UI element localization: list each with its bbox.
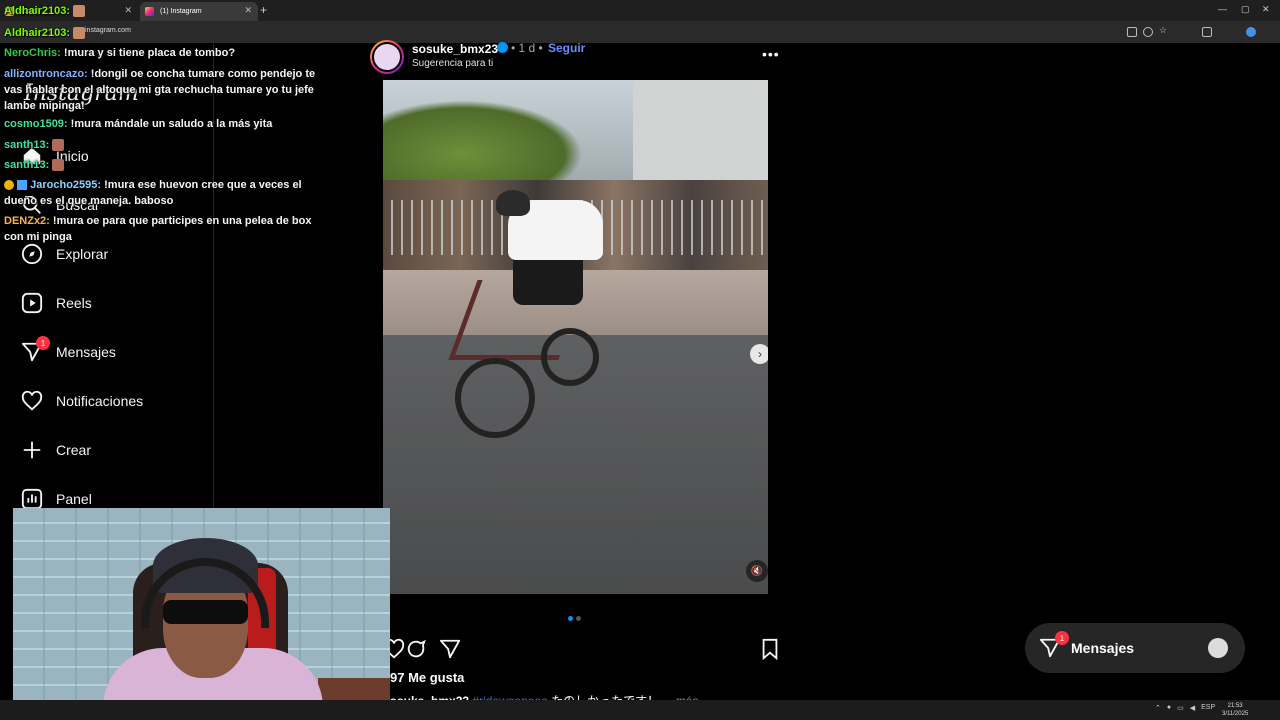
chat-message: NeroChris: !mura y si tiene placa de tom… bbox=[4, 45, 334, 61]
chat-text: !mura mándale un saludo a la más yita bbox=[70, 118, 273, 130]
next-slide-button[interactable]: › bbox=[750, 344, 768, 364]
badge-icon bbox=[17, 180, 28, 191]
install-app-icon[interactable] bbox=[1127, 27, 1137, 37]
compass-icon bbox=[20, 242, 44, 266]
emote-icon bbox=[52, 139, 65, 152]
chat-username: DENZx2: bbox=[4, 215, 50, 227]
windows-taskbar: ⌃ ● ▭ ◀ ESP 21:53 3/11/2025 bbox=[0, 700, 1280, 720]
chat-username: allizontroncazo: bbox=[4, 68, 88, 80]
reels-icon bbox=[20, 291, 44, 315]
chat-message: Jarocho2595: !mura ese huevon cree que a… bbox=[4, 177, 334, 209]
heart-icon bbox=[20, 389, 44, 413]
chat-message: Aldhair2103: bbox=[4, 3, 334, 19]
mute-icon[interactable]: 🔇 bbox=[746, 560, 768, 582]
chat-message: santh13: bbox=[4, 137, 334, 153]
system-clock[interactable]: 21:53 3/11/2025 bbox=[1222, 702, 1248, 718]
emote-icon bbox=[52, 159, 65, 172]
post-time: • 1 d • bbox=[511, 41, 543, 55]
sidebar-item-mensajes[interactable]: 1 Mensajes bbox=[20, 336, 116, 367]
chat-message: DENZx2: !mura oe para que participes en … bbox=[4, 213, 334, 245]
sidebar-item-reels[interactable]: Reels bbox=[20, 288, 92, 318]
verified-badge-icon bbox=[497, 42, 508, 53]
likes-count[interactable]: 97 Me gusta bbox=[390, 670, 464, 685]
carousel-indicator bbox=[568, 608, 584, 626]
emote-icon bbox=[73, 5, 86, 18]
bookmark-star-icon[interactable]: ☆ bbox=[1159, 25, 1169, 35]
post-header: sosuke_bmx23 • 1 d • Seguir Sugerencia p… bbox=[370, 40, 782, 76]
post-actions bbox=[383, 636, 783, 662]
post-video[interactable]: › 🔇 bbox=[383, 80, 768, 594]
notification-badge: 1 bbox=[1055, 631, 1069, 645]
suggestion-label: Sugerencia para ti bbox=[412, 58, 494, 69]
chat-text: !mura oe para que participes en una pele… bbox=[4, 215, 312, 243]
plus-icon bbox=[20, 438, 44, 462]
chat-message: Aldhair2103: bbox=[4, 25, 334, 41]
maximize-button[interactable]: ▢ bbox=[1241, 4, 1250, 15]
post-author-avatar[interactable] bbox=[370, 40, 404, 74]
language-indicator[interactable]: ESP bbox=[1201, 704, 1215, 712]
network-icon[interactable]: ▭ bbox=[1177, 704, 1184, 712]
follow-button[interactable]: Seguir bbox=[548, 41, 585, 55]
minimize-button[interactable]: — bbox=[1218, 4, 1227, 14]
extensions-icon[interactable] bbox=[1202, 27, 1212, 37]
chat-username: Aldhair2103: bbox=[4, 27, 71, 39]
share-icon[interactable] bbox=[439, 638, 461, 665]
messenger-icon: 1 bbox=[20, 336, 50, 364]
sidebar-item-label: Explorar bbox=[56, 246, 109, 262]
chat-username: NeroChris: bbox=[4, 47, 61, 59]
sidebar-item-crear[interactable]: Crear bbox=[20, 435, 91, 465]
chat-message: santh13: bbox=[4, 157, 334, 173]
more-options-icon[interactable]: ••• bbox=[762, 46, 780, 62]
carousel-dot bbox=[576, 616, 581, 621]
chat-username: Jarocho2595: bbox=[30, 179, 102, 191]
messenger-icon: 1 bbox=[1039, 631, 1069, 664]
chat-username: cosmo1509: bbox=[4, 118, 68, 130]
contact-avatar bbox=[1208, 638, 1228, 658]
post-username[interactable]: sosuke_bmx23 bbox=[412, 42, 498, 56]
clock-time: 21:53 bbox=[1227, 703, 1243, 709]
messages-floater-button[interactable]: 1 Mensajes bbox=[1025, 623, 1245, 673]
chat-username: Aldhair2103: bbox=[4, 5, 71, 17]
sidebar-item-label: Panel bbox=[56, 491, 92, 507]
emote-icon bbox=[73, 27, 86, 40]
chat-message: cosmo1509: !mura mándale un saludo a la … bbox=[4, 116, 334, 132]
chat-text: !mura y si tiene placa de tombo? bbox=[63, 47, 236, 59]
comment-icon[interactable] bbox=[405, 638, 427, 665]
sidebar-item-notificaciones[interactable]: Notificaciones bbox=[20, 386, 143, 416]
close-window-button[interactable]: ✕ bbox=[1262, 4, 1270, 15]
save-bookmark-icon[interactable] bbox=[759, 638, 781, 665]
badge-icon bbox=[4, 180, 14, 191]
sidebar-item-label: Notificaciones bbox=[56, 393, 144, 409]
sidebar-item-label: Mensajes bbox=[56, 344, 116, 360]
notification-badge: 1 bbox=[36, 336, 50, 350]
volume-icon[interactable]: ◀ bbox=[1190, 704, 1195, 712]
mic-icon[interactable]: ● bbox=[1167, 704, 1171, 712]
carousel-dot bbox=[568, 616, 573, 621]
chevron-up-icon[interactable]: ⌃ bbox=[1155, 704, 1161, 712]
clock-date: 3/11/2025 bbox=[1222, 711, 1249, 717]
sidebar-item-label: Crear bbox=[56, 442, 92, 458]
system-tray: ⌃ ● ▭ ◀ ESP bbox=[1155, 704, 1215, 712]
messages-label: Mensajes bbox=[1071, 640, 1135, 656]
chat-username: santh13: bbox=[4, 139, 50, 151]
chat-username: santh13: bbox=[4, 159, 50, 171]
profile-avatar[interactable] bbox=[1246, 27, 1256, 37]
instagram-sidebar: Instagram Inicio Buscar Explorar Reels 1… bbox=[0, 43, 214, 523]
chat-message: allizontroncazo: !dongil oe concha tumar… bbox=[4, 66, 334, 114]
streamer-webcam bbox=[13, 508, 390, 720]
zoom-icon[interactable] bbox=[1143, 27, 1153, 37]
sidebar-item-label: Reels bbox=[56, 295, 92, 311]
